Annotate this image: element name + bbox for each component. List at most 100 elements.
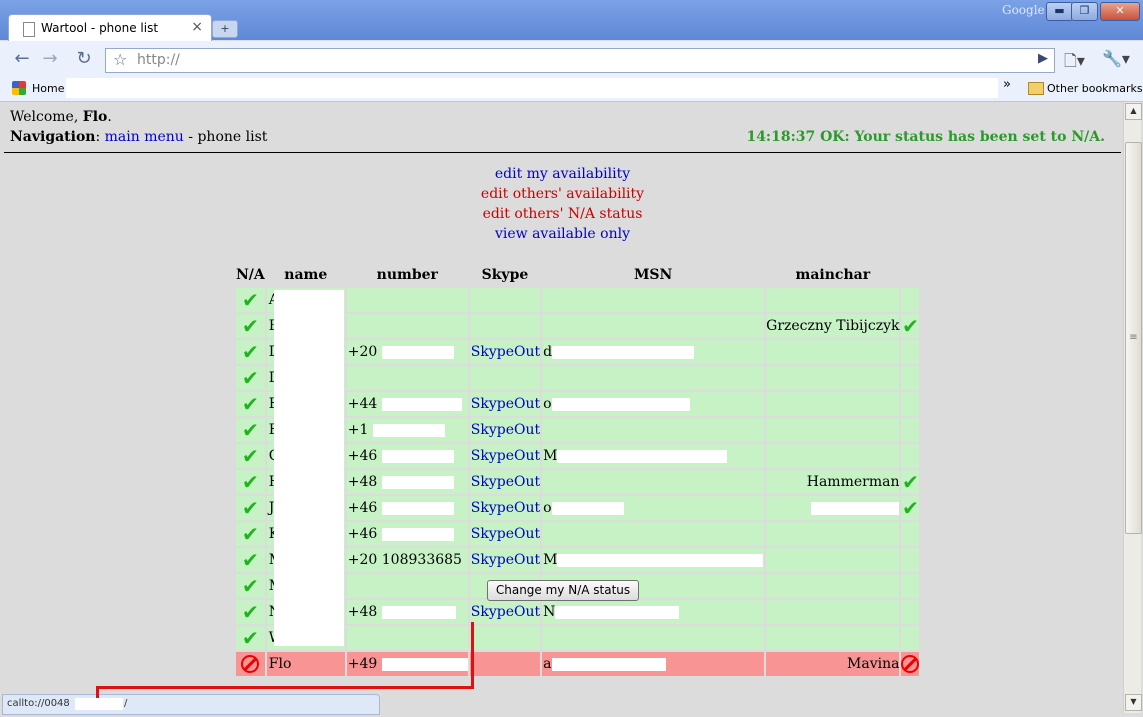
skypeout-link[interactable]: SkypeOut [470,344,540,360]
folder-icon [1028,82,1044,95]
skypeout-link[interactable]: SkypeOut [470,526,540,542]
breadcrumb: Navigation: main menu - phone list [10,129,267,145]
bookmarks-more-chevron-icon[interactable]: » [1003,77,1011,92]
maximize-button[interactable]: ❐ [1071,2,1098,21]
mainchar-mark-cell [901,626,920,650]
name-value: Flo [268,656,292,672]
redaction-box [381,501,454,515]
page-menu-icon[interactable]: 🗋▾ [1064,50,1085,77]
redaction-box [557,449,728,463]
redaction-box [555,605,680,619]
number-cell: +46 [346,444,468,468]
bookmark-star-icon[interactable]: ☆ [113,50,127,69]
reload-button[interactable]: ↻ [72,47,96,71]
google-brand: Google [1002,3,1045,17]
edit-others-availability-link[interactable]: edit others' availability [481,186,644,202]
address-bar[interactable]: ☆ http:// ▶ [105,48,1055,73]
number-cell: +46 [346,522,468,546]
na-status-cell: ✔ [236,496,265,520]
mainchar-mark-cell [901,522,920,546]
skype-cell: SkypeOut [469,600,541,624]
msn-value: M [543,552,558,568]
na-status-cell: ✔ [236,444,265,468]
mainchar-cell [766,600,900,624]
header-mainchar: mainchar [795,267,871,283]
check-icon: ✔ [242,340,259,364]
edit-my-availability-link[interactable]: edit my availability [495,166,630,182]
na-status-cell: ✔ [236,548,265,572]
main-menu-link[interactable]: main menu [105,129,184,145]
skypeout-link[interactable]: SkypeOut [470,604,540,620]
skypeout-link[interactable]: SkypeOut [470,422,540,438]
go-icon[interactable]: ▶ [1038,51,1048,66]
skypeout-link[interactable]: SkypeOut [470,448,540,464]
scroll-down-arrow-icon[interactable]: ▼ [1125,694,1142,711]
redaction-box [381,475,454,489]
msn-cell: a [542,652,765,676]
url-text[interactable]: http:// [137,52,180,68]
mainchar-mark-cell [901,418,920,442]
mainchar-cell [766,340,900,364]
msn-cell: o [542,392,765,416]
table-row: Flo +49 a Mavina [236,652,920,676]
skype-cell [469,652,541,676]
check-icon: ✔ [242,418,259,442]
browser-tab[interactable]: Wartool - phone list × [8,14,212,42]
check-icon: ✔ [242,470,259,494]
number-cell: +46 [346,496,468,520]
skypeout-link[interactable]: SkypeOut [470,552,540,568]
back-button[interactable]: ← [10,47,34,71]
close-window-button[interactable]: ✕ [1100,2,1140,21]
number-value: +1 [347,422,369,438]
redaction-box [811,501,900,515]
redaction-box [551,501,624,515]
mainchar-cell: Mavina [766,652,900,676]
na-status-cell: ✔ [236,470,265,494]
tab-close-icon[interactable]: × [191,19,203,35]
forward-button[interactable]: → [38,47,62,71]
bookmarks-bar: Home » Other bookmarks [0,77,1143,102]
msn-cell: o [542,496,765,520]
welcome-line: Welcome, Flo. [10,109,112,125]
msn-cell [542,314,765,338]
annotation-line [96,686,474,689]
msn-value: o [543,500,552,516]
no-entry-icon [241,655,260,673]
navigation-toolbar: ← → ↻ ☆ http:// ▶ 🗋▾ 🔧▾ [0,41,1143,77]
redaction-box [75,698,123,710]
mainchar-mark-cell [901,574,920,598]
number-cell: +48 [346,470,468,494]
redaction-box [381,345,454,359]
number-value: +20 108933685 [347,552,462,568]
skypeout-link[interactable]: SkypeOut [470,500,540,516]
tab-title: Wartool - phone list [41,21,159,35]
mainchar-mark-cell [901,366,920,390]
scroll-up-arrow-icon[interactable]: ▲ [1125,103,1142,120]
bookmark-home[interactable]: Home [32,82,64,95]
na-status-cell [236,652,265,676]
header-mainchar-mark [901,264,919,286]
view-available-only-link[interactable]: view available only [495,226,630,242]
change-na-status-button[interactable]: Change my N/A status [487,580,639,601]
mainchar-cell: Hammerman [766,470,900,494]
mainchar-cell [766,366,900,390]
wrench-menu-icon[interactable]: 🔧▾ [1102,49,1130,68]
number-value [347,578,348,594]
vertical-scrollbar[interactable]: ▲ ≡ ▼ [1123,102,1142,713]
msn-value [542,292,543,308]
minimize-button[interactable]: ▬ [1046,2,1073,21]
redaction-box [381,527,454,541]
na-status-cell: ✔ [236,574,265,598]
new-tab-button[interactable]: + [212,20,238,38]
nav-label: Navigation [10,129,96,145]
skypeout-link[interactable]: SkypeOut [470,396,540,412]
mainchar-cell [766,392,900,416]
edit-others-na-status-link[interactable]: edit others' N/A status [483,206,643,222]
scroll-thumb[interactable]: ≡ [1125,142,1142,534]
skypeout-link[interactable]: SkypeOut [470,474,540,490]
redaction-box [381,449,454,463]
msn-cell [542,288,765,312]
other-bookmarks[interactable]: Other bookmarks [1047,82,1143,95]
check-icon: ✔ [242,314,259,338]
annotation-line [471,622,474,688]
